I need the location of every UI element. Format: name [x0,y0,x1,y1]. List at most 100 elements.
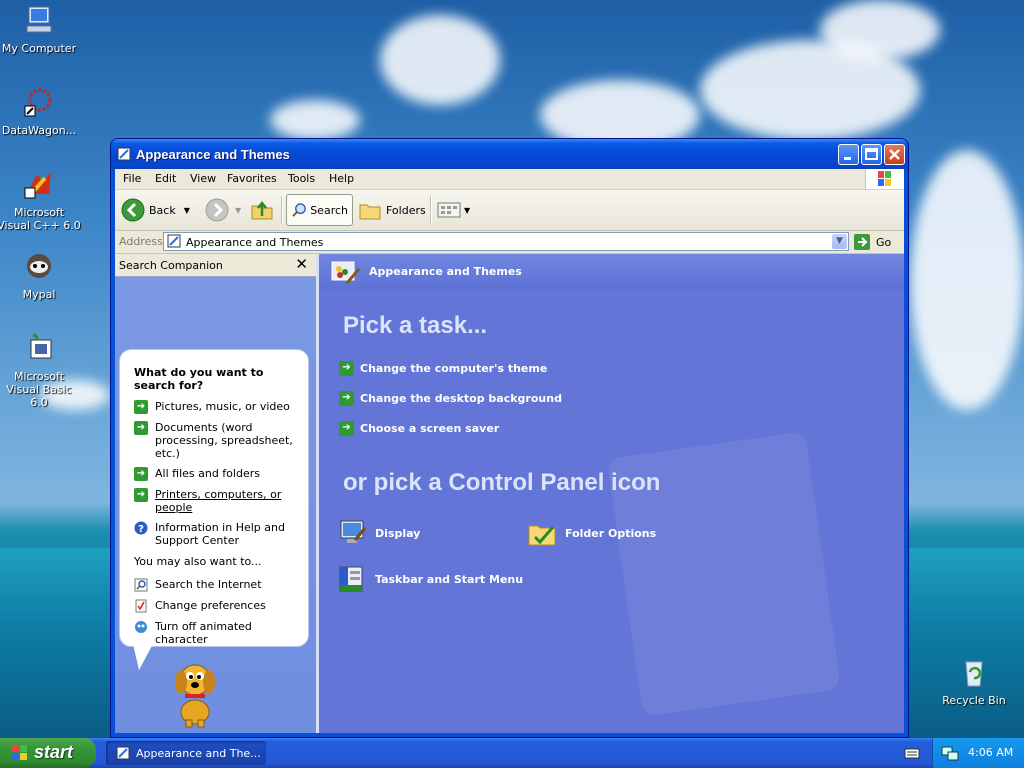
menu-file[interactable]: File [123,172,141,185]
start-label: start [34,742,74,762]
windows-logo-icon [878,171,891,186]
balloon-tail [133,644,153,670]
folders-icon [359,204,381,220]
standard-toolbar: Back ▼ ▼ Search Folders ▼ [115,190,904,231]
desktop-icon-my-computer[interactable]: My Computer [0,4,82,55]
search-option-label: Printers, computers, or people [155,488,282,514]
taskbar-start-menu-icon [339,566,363,592]
display-icon [340,520,367,543]
cpl-display[interactable]: Display [337,518,420,548]
category-title: Appearance and Themes [369,265,522,278]
windows-flag-logo [865,169,904,189]
search-internet-icon [134,578,148,592]
menu-favorites[interactable]: Favorites [227,172,277,185]
desktop-icon-visual-basic[interactable]: Microsoft Visual Basic 6.0 [0,332,82,409]
menu-bar: File Edit View Favorites Tools Help [115,169,904,190]
my-computer-icon [26,6,52,33]
also-option-label: Turn off animated character [155,620,252,646]
task-change-background[interactable]: ➔ Change the desktop background [339,391,562,406]
menu-view[interactable]: View [190,172,216,185]
network-tray-icon[interactable] [941,745,959,761]
minimize-icon [844,157,851,160]
back-button[interactable]: Back ▼ [121,194,190,226]
go-label: Go [876,235,892,249]
svg-text:?: ? [138,524,144,535]
task-screen-saver[interactable]: ➔ Choose a screen saver [339,421,499,436]
start-button[interactable]: start [0,738,96,768]
address-bar: Address Appearance and Themes ▼ Go [115,231,904,254]
also-option-label: Search the Internet [155,578,262,591]
cpl-label: Folder Options [565,526,657,540]
search-option-label: All files and folders [155,467,260,480]
menu-edit[interactable]: Edit [155,172,176,185]
folders-button[interactable]: Folders [358,194,426,226]
control-panel-category-view: Appearance and Themes Pick a task... ➔ C… [319,254,904,733]
datawagon-icon [24,88,52,117]
desktop-icon-label: DataWagon... [1,124,77,137]
animated-character-icon [135,621,147,633]
minimize-button[interactable] [838,144,859,165]
taskbar: start Appearance and The... 4:06 AM [0,738,1024,768]
search-companion-title: Search Companion [119,259,223,272]
desktop-icon-mypal[interactable]: Mypal [0,250,82,301]
close-button[interactable] [884,144,905,165]
views-dropdown-icon: ▼ [464,205,471,215]
also-option-label: Change preferences [155,599,266,612]
task-label: Choose a screen saver [360,422,500,435]
search-question: What do you want to search for? [134,366,264,392]
task-change-theme[interactable]: ➔ Change the computer's theme [339,361,547,376]
search-icon [292,203,306,217]
preferences-check-icon [135,599,147,613]
desktop-icon-label: Mypal [22,288,56,301]
windows-logo-icon [12,745,27,760]
mypal-icon [27,254,51,278]
desktop-icon-label: Recycle Bin [942,694,1006,707]
search-companion-pane: Search Companion ✕ What do you want to s… [115,254,319,733]
desktop-icon-visual-cpp[interactable]: Microsoft Visual C++ 6.0 [0,168,82,232]
folder-options-icon [528,525,556,546]
cpl-taskbar-start-menu[interactable]: Taskbar and Start Menu [337,564,523,594]
help-icon: ? [134,521,148,535]
green-arrow-icon: ➔ [134,467,148,481]
also-want-label: You may also want to... [134,555,302,568]
pick-icon-heading: or pick a Control Panel icon [343,469,661,496]
clock[interactable]: 4:06 AM [968,746,1013,759]
title-bar[interactable]: Appearance and Themes [111,139,908,169]
back-dropdown-icon[interactable]: ▼ [184,206,190,215]
green-arrow-icon: ➔ [339,421,354,436]
address-value: Appearance and Themes [186,236,324,249]
search-companion-header: Search Companion ✕ [115,254,316,277]
search-label: Search [310,203,348,217]
forward-button[interactable]: ▼ [205,194,241,226]
up-button[interactable] [249,194,275,226]
system-tray: 4:06 AM [932,738,1024,768]
recycle-bin-icon [965,661,983,687]
appearance-themes-icon [117,147,131,161]
search-option-label: Information in Help and Support Center [155,521,285,547]
menu-help[interactable]: Help [329,172,354,185]
folders-label: Folders [386,203,426,217]
cpl-folder-options[interactable]: Folder Options [527,518,656,548]
forward-arrow-icon [205,198,229,222]
back-arrow-icon [121,198,145,222]
taskbar-window-button[interactable]: Appearance and The... [106,741,266,765]
search-button[interactable]: Search [286,194,353,226]
go-button[interactable]: Go [853,233,891,251]
forward-dropdown-icon[interactable]: ▼ [235,206,241,215]
address-field[interactable]: Appearance and Themes ▼ [163,232,849,251]
address-dropdown-icon[interactable]: ▼ [832,234,847,249]
close-pane-icon[interactable]: ✕ [295,255,308,273]
desktop-icon-label: My Computer [1,42,77,55]
search-option-label: Pictures, music, or video [155,400,290,413]
menu-tools[interactable]: Tools [288,172,315,185]
desktop-icon-recycle-bin[interactable]: Recycle Bin [931,656,1017,707]
green-arrow-icon: ➔ [339,361,354,376]
search-option-label: Documents (word processing, spreadsheet,… [155,421,293,460]
views-button[interactable]: ▼ [437,194,470,226]
keyboard-icon[interactable] [904,746,920,760]
desktop-icon-datawagon[interactable]: DataWagon... [0,86,82,137]
cpl-label: Taskbar and Start Menu [375,572,524,586]
search-dog-icon[interactable] [167,656,223,728]
views-icon [437,202,461,218]
maximize-button[interactable] [861,144,882,165]
